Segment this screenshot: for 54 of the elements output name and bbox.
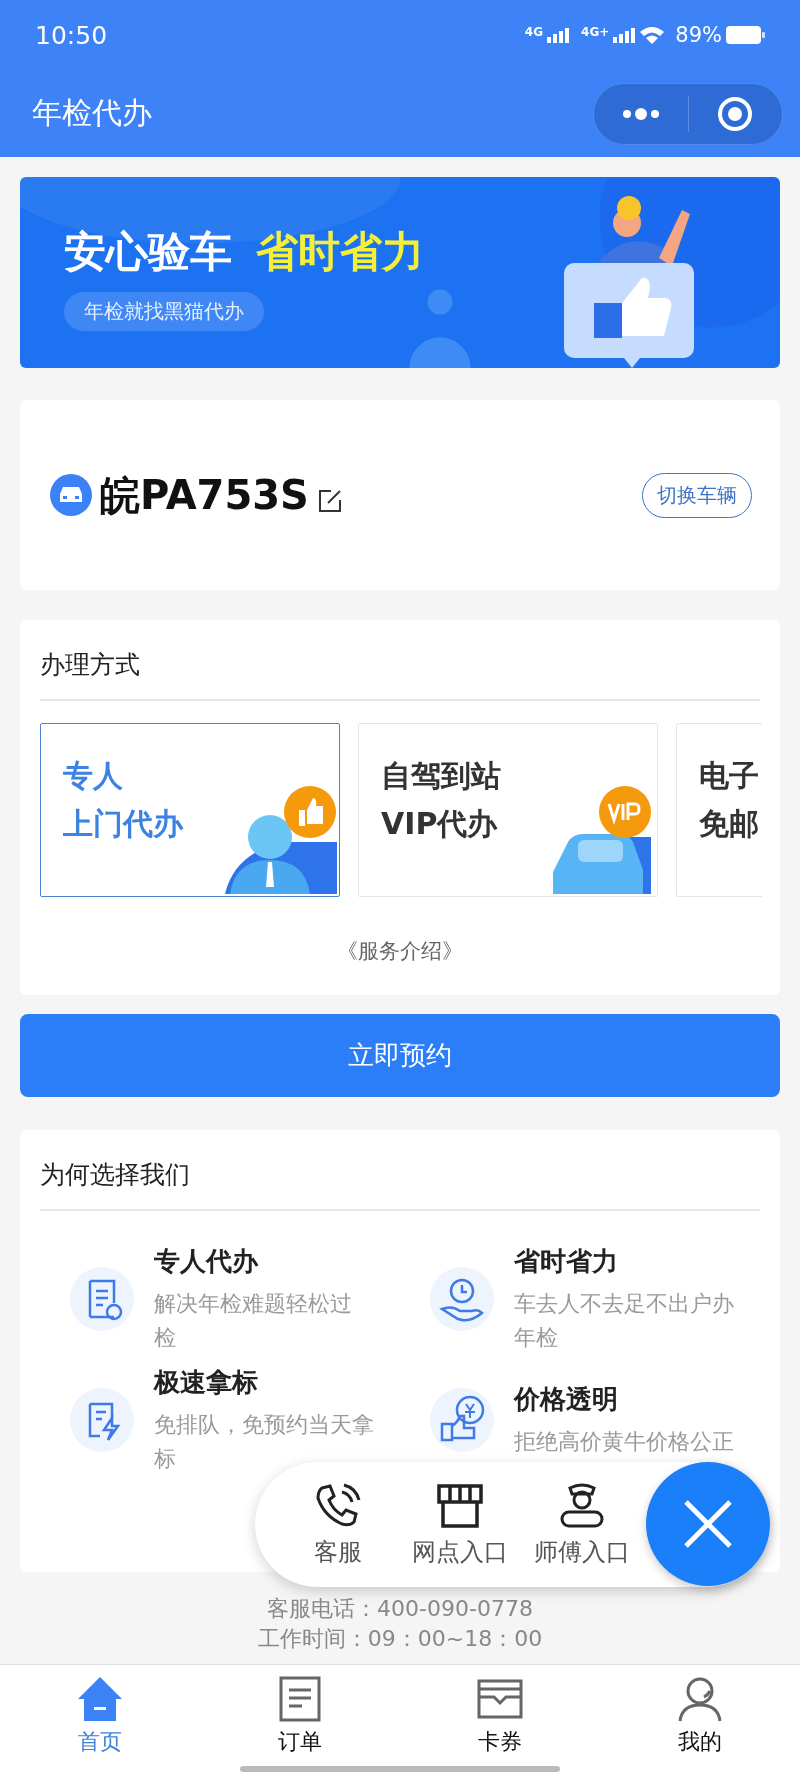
- target-icon: [717, 95, 754, 132]
- license-plate: 皖PA753S: [100, 470, 309, 520]
- option-label: 专人 上门代办: [63, 757, 185, 843]
- signal-icon: [613, 27, 636, 43]
- feature-description: 车去人不去足不出户办 年检: [514, 1289, 734, 1352]
- feature-icon: [70, 1388, 134, 1452]
- option-label: 自驾到站 VIP代办: [381, 757, 502, 843]
- banner-tagline: 年检就找黑猫代办: [64, 292, 264, 331]
- feature-icon: [430, 1267, 494, 1331]
- person-icon: [676, 1675, 724, 1723]
- car-icon: [50, 474, 92, 516]
- close-menu-button[interactable]: [646, 1462, 770, 1586]
- feature-icon: [430, 1388, 494, 1452]
- option-label: 电子 免邮: [699, 757, 760, 843]
- feature-title: 专人代办: [154, 1244, 259, 1278]
- person-icon: [558, 1481, 606, 1530]
- wifi-icon: [639, 25, 666, 45]
- home-icon: [76, 1675, 124, 1723]
- service-option[interactable]: 电子 免邮: [676, 723, 762, 897]
- book-now-button[interactable]: 立即预约: [20, 1014, 780, 1097]
- feature-title: 价格透明: [514, 1382, 619, 1416]
- network-label: 4G: [524, 25, 544, 39]
- more-icon: [620, 107, 661, 120]
- service-option[interactable]: 自驾到站 VIP代办: [358, 723, 658, 897]
- edit-icon: [316, 488, 343, 514]
- feature-title: 省时省力: [514, 1244, 619, 1278]
- battery-icon: [726, 25, 766, 45]
- close-icon: [683, 1499, 733, 1549]
- floating-menu-item[interactable]: 网点入口: [405, 1481, 515, 1568]
- service-phone: 客服电话：400-090-0778: [267, 1595, 533, 1623]
- service-intro-link[interactable]: 《服务介绍》: [337, 937, 463, 965]
- tab-item[interactable]: 首页: [0, 1665, 200, 1778]
- battery-percent: 89%: [675, 23, 722, 47]
- banner-headline: 安心验车: [64, 226, 232, 278]
- tab-item[interactable]: 订单: [200, 1665, 400, 1778]
- feature-title: 极速拿标: [154, 1365, 259, 1399]
- floating-menu-item[interactable]: 师傅入口: [527, 1481, 637, 1568]
- network-label: 4G+: [581, 25, 610, 39]
- feature-description: 免排队，免预约当天拿 标: [154, 1410, 374, 1473]
- floating-menu-item[interactable]: 客服: [283, 1481, 393, 1568]
- feature-description: 拒绝高价黄牛价格公正: [514, 1427, 734, 1456]
- status-time: 10:50: [35, 20, 108, 50]
- banner-highlight: 省时省力: [256, 226, 424, 278]
- tab-item[interactable]: 卡券: [400, 1665, 600, 1778]
- storefront-icon: [436, 1481, 484, 1530]
- page-title: 年检代办: [32, 94, 152, 132]
- feature-icon: [70, 1267, 134, 1331]
- tab-item[interactable]: 我的: [600, 1665, 800, 1778]
- section-title: 办理方式: [40, 620, 760, 701]
- signal-icon: [547, 27, 570, 43]
- working-hours: 工作时间：09：00~18：00: [257, 1625, 543, 1653]
- feature-description: 解决年检难题轻松过 检: [154, 1289, 352, 1352]
- service-option[interactable]: 专人 上门代办: [40, 723, 340, 897]
- section-title: 为何选择我们: [40, 1130, 760, 1211]
